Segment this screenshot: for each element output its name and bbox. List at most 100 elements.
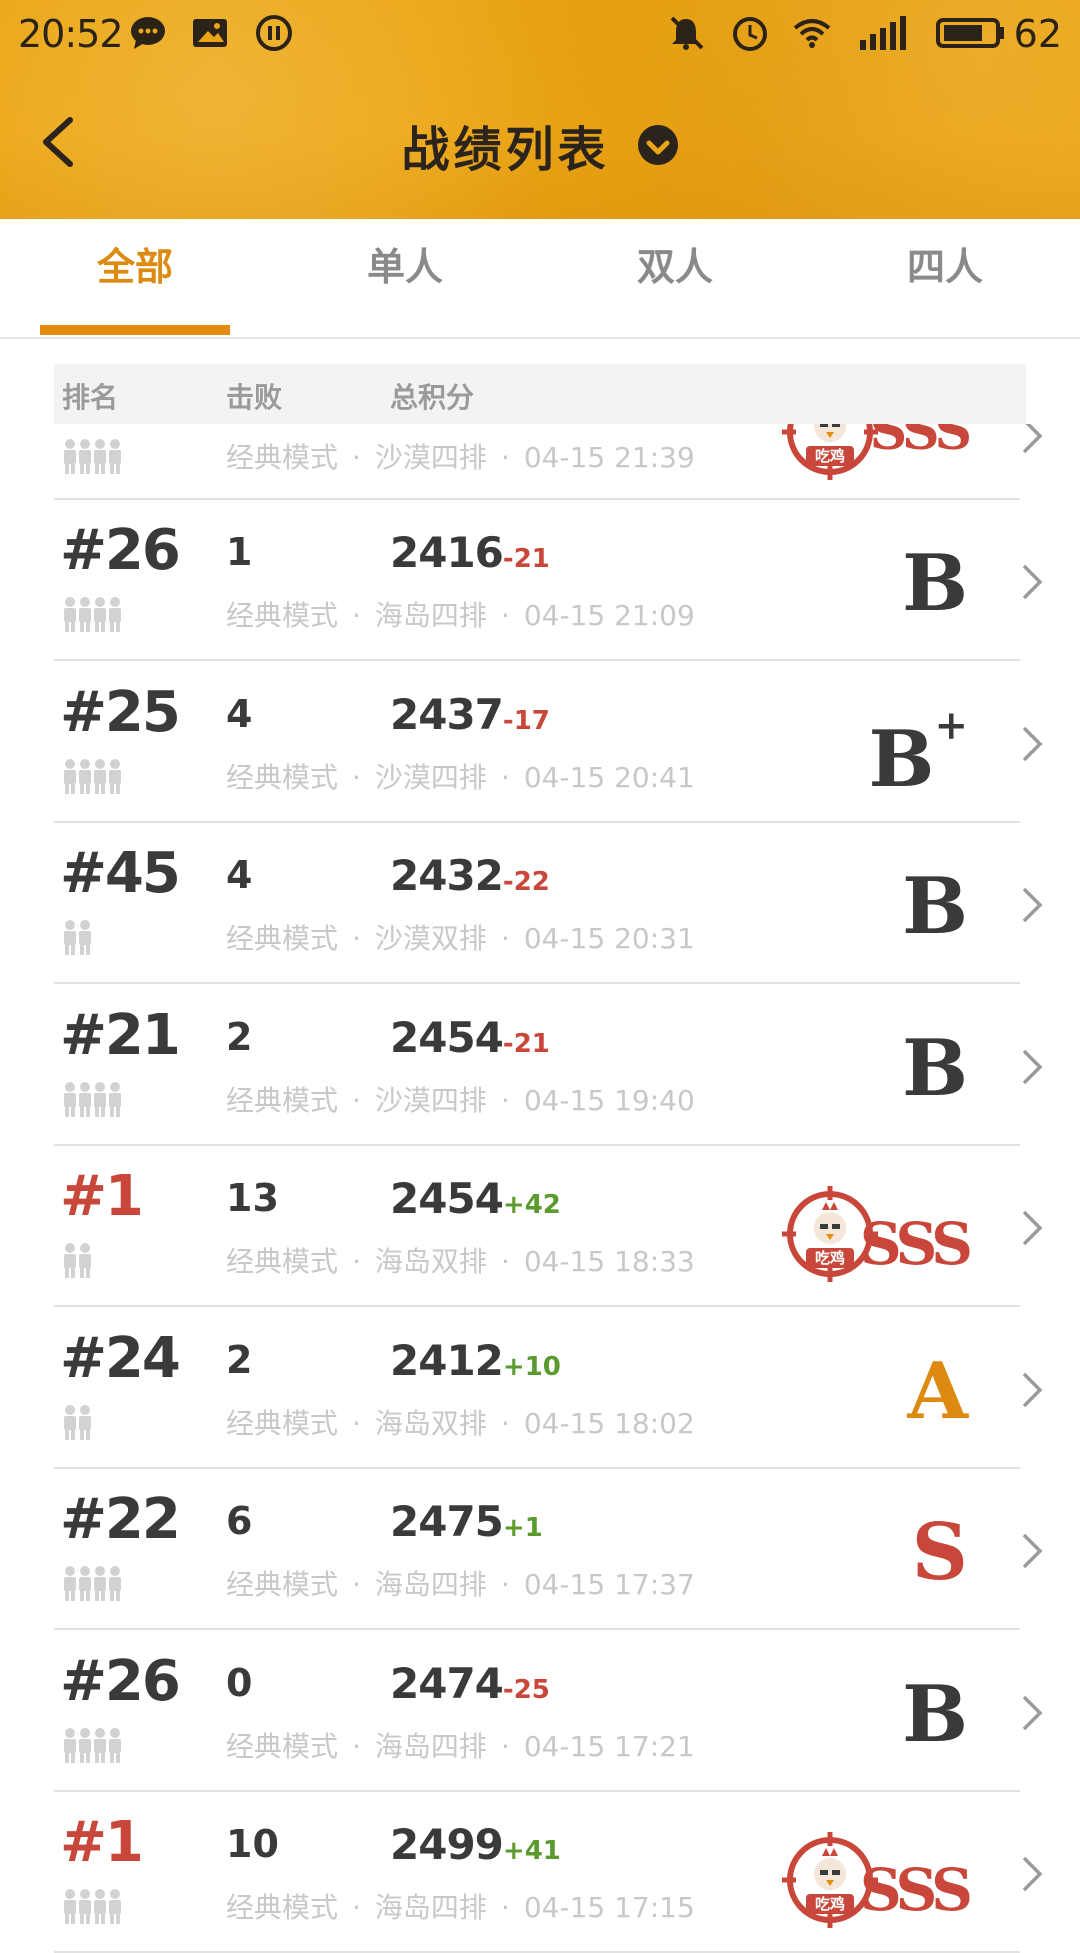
table-row[interactable]: #26 1 2416-21 经典模式 · 海岛四排 · 04-15 21:09 B bbox=[0, 500, 1080, 661]
duo-players-icon bbox=[62, 1242, 94, 1278]
score-delta: -21 bbox=[502, 544, 550, 574]
match-map: 沙漠四排 bbox=[374, 1084, 487, 1117]
table-row-partial[interactable]: 经典模式 · 沙漠四排 · 04-15 21:39 吃鸡 SSS bbox=[0, 424, 1080, 500]
chevron-right-icon bbox=[1022, 1372, 1043, 1408]
match-meta: 经典模式 · 沙漠双排 · 04-15 20:31 bbox=[226, 922, 695, 955]
badge-text: 吃鸡 bbox=[815, 447, 845, 465]
row-kills: 2 bbox=[226, 1015, 253, 1059]
header-bar: 20:52 62 战绩列表 bbox=[0, 0, 1080, 219]
table-header: 排名 击败 总积分 bbox=[54, 364, 1026, 424]
score-delta: -25 bbox=[502, 1675, 550, 1705]
page-title: 战绩列表 bbox=[401, 122, 610, 178]
match-mode: 经典模式 bbox=[226, 441, 339, 474]
score-delta: +10 bbox=[502, 1352, 561, 1382]
row-kills: 4 bbox=[226, 853, 253, 897]
match-meta: 经典模式 · 沙漠四排 · 04-15 21:39 bbox=[226, 441, 695, 474]
row-kills: 4 bbox=[226, 692, 253, 736]
table-row[interactable]: #26 0 2474-25 经典模式 · 海岛四排 · 04-15 17:21 B bbox=[0, 1631, 1080, 1792]
check-circle-icon[interactable] bbox=[637, 124, 679, 166]
match-mode: 经典模式 bbox=[226, 1245, 339, 1278]
grade: B+ bbox=[869, 702, 968, 800]
col-score: 总积分 bbox=[390, 381, 475, 414]
match-meta: 经典模式 · 海岛双排 · 04-15 18:33 bbox=[226, 1245, 695, 1278]
chevron-right-icon bbox=[1022, 564, 1043, 600]
row-score: 2474-25 bbox=[390, 1659, 550, 1708]
grade: B bbox=[902, 867, 968, 947]
match-time: 04-15 18:02 bbox=[523, 1407, 695, 1440]
chevron-right-icon bbox=[1022, 1533, 1043, 1569]
score-value: 2454 bbox=[390, 1013, 504, 1062]
grade-letter: B bbox=[902, 1669, 968, 1760]
tab-all[interactable]: 全部 bbox=[0, 219, 270, 337]
match-time: 04-15 20:31 bbox=[523, 922, 695, 955]
duo-players-icon bbox=[62, 919, 94, 955]
table-row[interactable]: #45 4 2432-22 经典模式 · 沙漠双排 · 04-15 20:31 B bbox=[0, 823, 1080, 984]
table-row[interactable]: #22 6 2475+1 经典模式 · 海岛四排 · 04-15 17:37 S bbox=[0, 1469, 1080, 1630]
signal-icon bbox=[860, 16, 906, 50]
table-row[interactable]: #21 2 2454-21 经典模式 · 沙漠四排 · 04-15 19:40 B bbox=[0, 985, 1080, 1146]
row-kills: 2 bbox=[226, 1338, 253, 1382]
row-kills: 6 bbox=[226, 1499, 253, 1543]
match-map: 海岛四排 bbox=[374, 1730, 487, 1763]
muted-bell-icon bbox=[670, 16, 704, 50]
battery-level: 62 bbox=[1013, 12, 1062, 56]
row-score: 2475+1 bbox=[390, 1497, 543, 1546]
match-time: 04-15 21:09 bbox=[523, 599, 695, 632]
badge-text: 吃鸡 bbox=[815, 1249, 845, 1267]
grade-letter: S bbox=[911, 1507, 968, 1598]
match-meta: 经典模式 · 海岛四排 · 04-15 21:09 bbox=[226, 599, 695, 632]
tab-squad[interactable]: 四人 bbox=[810, 219, 1080, 337]
row-rank: #45 bbox=[60, 841, 181, 906]
row-rank: #25 bbox=[60, 680, 181, 745]
chevron-right-icon bbox=[1022, 1856, 1043, 1892]
table-row[interactable]: #1 13 2454+42 经典模式 · 海岛双排 · 04-15 18:33 吃鸡 SSS bbox=[0, 1146, 1080, 1307]
row-divider bbox=[54, 1305, 1020, 1307]
match-map: 沙漠双排 bbox=[374, 922, 487, 955]
row-rank: #21 bbox=[60, 1003, 181, 1068]
match-mode: 经典模式 bbox=[226, 1730, 339, 1763]
grade-letter: B bbox=[868, 714, 935, 805]
score-value: 2475 bbox=[390, 1497, 504, 1546]
row-rank: #1 bbox=[60, 1164, 144, 1229]
row-divider bbox=[54, 1628, 1020, 1630]
tab-solo[interactable]: 单人 bbox=[270, 219, 540, 337]
row-rank: #26 bbox=[60, 518, 181, 583]
grade-letter: B bbox=[902, 861, 968, 952]
match-meta: 经典模式 · 海岛四排 · 04-15 17:37 bbox=[226, 1568, 695, 1601]
grade-letter: SSS bbox=[859, 1210, 973, 1278]
badge-text: 吃鸡 bbox=[815, 1895, 845, 1913]
table-row[interactable]: #1 10 2499+41 经典模式 · 海岛四排 · 04-15 17:15 吃鸡 SSS bbox=[0, 1792, 1080, 1953]
grade-letter: A bbox=[907, 1346, 968, 1437]
score-value: 2432 bbox=[390, 851, 504, 900]
match-time: 04-15 18:33 bbox=[523, 1245, 695, 1278]
table-row[interactable]: #25 4 2437-17 经典模式 · 沙漠四排 · 04-15 20:41 B+ bbox=[0, 662, 1080, 823]
duo-players-icon bbox=[62, 1404, 94, 1440]
score-delta: -17 bbox=[502, 706, 550, 736]
grade: A bbox=[907, 1352, 968, 1432]
match-map: 海岛双排 bbox=[374, 1407, 487, 1440]
squad-players-icon bbox=[62, 1565, 124, 1601]
row-kills: 0 bbox=[226, 1661, 253, 1705]
row-score: 2454-21 bbox=[390, 1013, 550, 1062]
chevron-right-icon bbox=[1022, 887, 1043, 923]
score-delta: +1 bbox=[502, 1513, 543, 1543]
row-score: 2412+10 bbox=[390, 1336, 561, 1385]
squad-players-icon bbox=[62, 1081, 124, 1117]
match-meta: 经典模式 · 海岛双排 · 04-15 18:02 bbox=[226, 1407, 695, 1440]
battery-icon bbox=[936, 18, 1004, 48]
chicken-dinner-badge: 吃鸡 bbox=[782, 424, 878, 480]
table-row[interactable]: #24 2 2412+10 经典模式 · 海岛双排 · 04-15 18:02 A bbox=[0, 1308, 1080, 1469]
row-score: 2499+41 bbox=[390, 1820, 561, 1869]
col-rank: 排名 bbox=[62, 381, 119, 414]
title-group[interactable]: 战绩列表 bbox=[0, 110, 1080, 180]
score-value: 2454 bbox=[390, 1174, 504, 1223]
tab-duo[interactable]: 双人 bbox=[540, 219, 810, 337]
match-time: 04-15 21:39 bbox=[523, 441, 695, 474]
squad-players-icon bbox=[62, 758, 124, 794]
score-value: 2499 bbox=[390, 1820, 504, 1869]
row-score: 2437-17 bbox=[390, 690, 550, 739]
match-map: 海岛四排 bbox=[374, 1891, 487, 1924]
match-time: 04-15 17:21 bbox=[523, 1730, 695, 1763]
match-map: 海岛双排 bbox=[374, 1245, 487, 1278]
alarm-icon bbox=[733, 17, 767, 51]
